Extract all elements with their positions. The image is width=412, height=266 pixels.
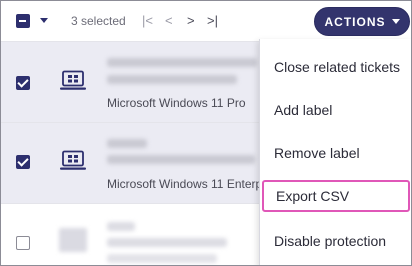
menu-item-label: Disable protection xyxy=(274,232,387,249)
os-name: Microsoft Windows 11 Enterp xyxy=(107,177,263,191)
redacted-device-detail xyxy=(107,75,237,84)
menu-item-disable-protection[interactable]: Disable protection xyxy=(260,219,411,262)
menu-item-export-csv[interactable]: Export CSV xyxy=(262,180,410,212)
actions-dropdown-menu: Close related tickets Add label Remove l… xyxy=(259,39,411,265)
actions-button-label: ACTIONS xyxy=(324,14,386,29)
menu-item-label: Close related tickets xyxy=(274,58,401,75)
redacted-device-name xyxy=(107,58,257,67)
os-name: Microsoft Windows 11 Pro xyxy=(107,96,246,110)
row-checkbox[interactable] xyxy=(16,236,30,250)
next-page-icon[interactable]: > xyxy=(187,12,195,30)
menu-item-close-related-tickets[interactable]: Close related tickets xyxy=(260,45,411,88)
first-page-icon[interactable]: |< xyxy=(142,12,153,30)
chevron-down-icon xyxy=(391,19,400,24)
selected-count-label: 3 selected xyxy=(71,14,126,28)
computer-icon xyxy=(60,70,86,90)
redacted-device-name xyxy=(107,222,135,231)
actions-button[interactable]: ACTIONS xyxy=(314,7,410,36)
bulk-action-toolbar: 3 selected |< < > >| ACTIONS xyxy=(1,1,411,42)
row-checkbox[interactable] xyxy=(16,76,30,90)
redacted-device-detail xyxy=(107,238,227,247)
menu-item-label: Remove label xyxy=(274,144,360,161)
computer-icon xyxy=(60,150,86,170)
row-checkbox[interactable] xyxy=(16,155,30,169)
redacted-os-name xyxy=(107,254,217,263)
previous-page-icon[interactable]: < xyxy=(165,12,173,30)
computer-icon xyxy=(59,228,87,252)
menu-item-label: Add label xyxy=(274,101,333,118)
redacted-device-name xyxy=(107,139,147,148)
menu-item-label: Export CSV xyxy=(276,188,350,204)
select-options-chevron-down-icon[interactable] xyxy=(40,18,48,23)
redacted-device-detail xyxy=(107,155,255,164)
menu-item-remove-label[interactable]: Remove label xyxy=(260,131,411,174)
device-list-panel: 3 selected |< < > >| ACTIONS Microsoft W… xyxy=(0,0,412,266)
select-all-checkbox[interactable] xyxy=(16,14,30,28)
last-page-icon[interactable]: >| xyxy=(207,12,218,30)
menu-item-add-label[interactable]: Add label xyxy=(260,88,411,131)
